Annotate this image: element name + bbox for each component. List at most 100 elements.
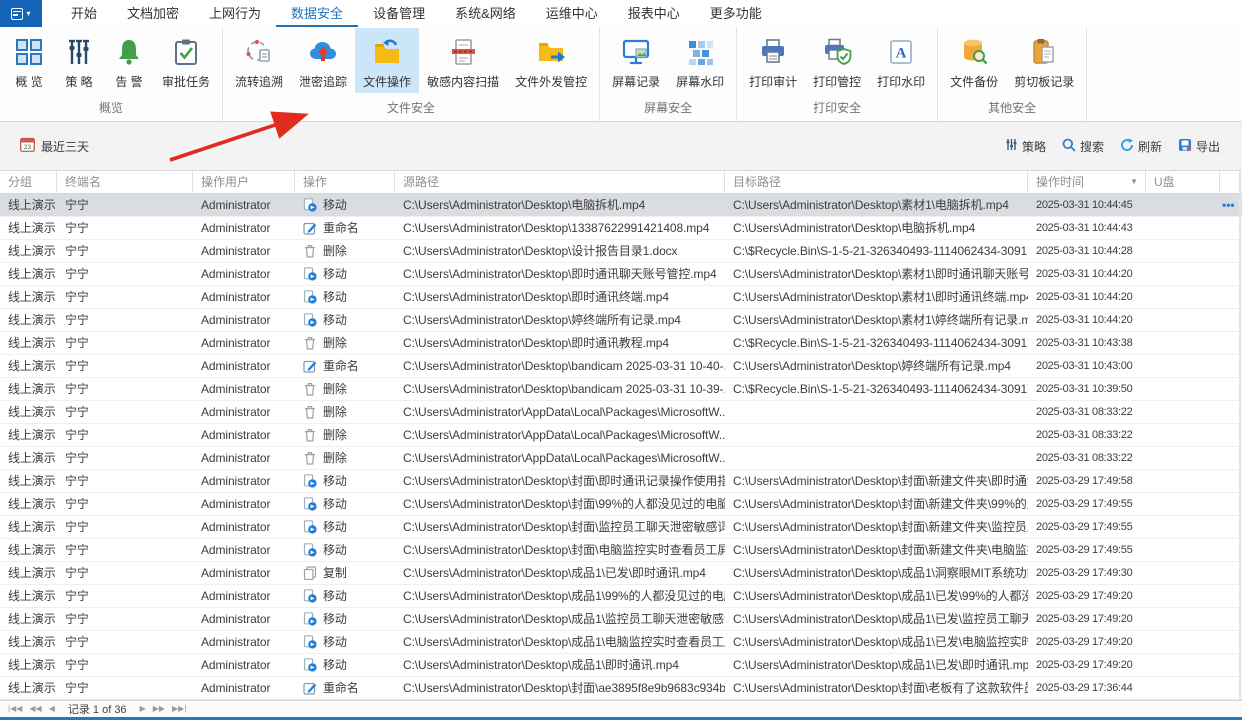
table-row[interactable]: 线上演示宁宁Administrator移动C:\Users\Administra…: [0, 654, 1242, 677]
svg-text:A: A: [896, 46, 907, 62]
ribbon-button-file-outgoing-control[interactable]: 文件外发管控: [507, 28, 595, 93]
cell-time: 2025-03-31 10:43:38: [1028, 332, 1146, 354]
copy-icon: [303, 566, 317, 580]
tab-system-network[interactable]: 系统&网络: [440, 0, 531, 27]
table-row[interactable]: 线上演示宁宁Administrator删除C:\Users\Administra…: [0, 332, 1242, 355]
cell-usb: [1146, 309, 1220, 331]
tab-report-center[interactable]: 报表中心: [613, 0, 695, 27]
cell-group: 线上演示: [0, 217, 57, 239]
cell-group: 线上演示: [0, 470, 57, 492]
table-row[interactable]: 线上演示宁宁Administrator删除C:\Users\Administra…: [0, 240, 1242, 263]
tab-more-features[interactable]: 更多功能: [695, 0, 777, 27]
refresh-button[interactable]: 刷新: [1120, 138, 1162, 155]
row-actions-menu[interactable]: •••: [1222, 198, 1235, 212]
operation-label: 移动: [323, 585, 347, 607]
nav-prev-button[interactable]: ◀: [49, 705, 55, 713]
cell-terminal: 宁宁: [57, 240, 193, 262]
ribbon-button-approval-tasks[interactable]: 审批任务: [154, 28, 218, 93]
cell-time: 2025-03-29 17:49:55: [1028, 516, 1146, 538]
date-range-filter-button[interactable]: 23 最近三天: [20, 137, 89, 155]
tab-ops-center[interactable]: 运维中心: [531, 0, 613, 27]
cell-user: Administrator: [193, 447, 295, 469]
move-icon: [303, 474, 317, 488]
table-row[interactable]: 线上演示宁宁Administrator删除C:\Users\Administra…: [0, 401, 1242, 424]
cell-target-path: C:\Users\Administrator\Desktop\婷终端所有记录.m…: [725, 355, 1028, 377]
table-row[interactable]: 线上演示宁宁Administrator移动C:\Users\Administra…: [0, 263, 1242, 286]
delete-icon: [303, 336, 317, 350]
table-row[interactable]: 线上演示宁宁Administrator删除C:\Users\Administra…: [0, 378, 1242, 401]
search-button[interactable]: 搜索: [1062, 138, 1104, 155]
cell-usb: [1146, 424, 1220, 446]
column-header-terminal[interactable]: 终端名: [57, 171, 193, 193]
cell-group: 线上演示: [0, 263, 57, 285]
table-row[interactable]: 线上演示宁宁Administrator重命名C:\Users\Administr…: [0, 355, 1242, 378]
cell-terminal: 宁宁: [57, 194, 193, 216]
nav-prev-page-button[interactable]: ◀◀: [29, 705, 41, 713]
column-header-operation[interactable]: 操作: [295, 171, 395, 193]
table-row[interactable]: 线上演示宁宁Administrator移动C:\Users\Administra…: [0, 608, 1242, 631]
ribbon-button-alert[interactable]: 告 警: [104, 28, 154, 93]
cell-target-path: C:\Users\Administrator\Desktop\封面\新建文件夹\…: [725, 539, 1028, 561]
table-row[interactable]: 线上演示宁宁Administrator移动C:\Users\Administra…: [0, 194, 1242, 217]
table-row[interactable]: 线上演示宁宁Administrator复制C:\Users\Administra…: [0, 562, 1242, 585]
cell-time: 2025-03-31 10:44:20: [1028, 263, 1146, 285]
column-header-group[interactable]: 分组: [0, 171, 57, 193]
delete-icon: [303, 244, 317, 258]
table-row[interactable]: 线上演示宁宁Administrator重命名C:\Users\Administr…: [0, 217, 1242, 240]
ribbon-button-clipboard-record[interactable]: 剪切板记录: [1006, 28, 1082, 93]
table-row[interactable]: 线上演示宁宁Administrator重命名C:\Users\Administr…: [0, 677, 1242, 700]
table-row[interactable]: 线上演示宁宁Administrator移动C:\Users\Administra…: [0, 585, 1242, 608]
ribbon-button-screen-record[interactable]: 屏幕记录: [604, 28, 668, 93]
ribbon-button-sensitive-scan[interactable]: 敏感内容扫描: [419, 28, 507, 93]
sort-dropdown-icon[interactable]: ▼: [1130, 171, 1138, 193]
cell-usb: [1146, 447, 1220, 469]
cell-target-path: C:\Users\Administrator\Desktop\素材1\即时通讯聊…: [725, 263, 1028, 285]
column-header-user[interactable]: 操作用户: [193, 171, 295, 193]
table-row[interactable]: 线上演示宁宁Administrator移动C:\Users\Administra…: [0, 631, 1242, 654]
ribbon-button-screen-watermark[interactable]: 屏幕水印: [668, 28, 732, 93]
ribbon-group-overview: 概 览 策 略 告 警: [0, 27, 223, 121]
policy-button[interactable]: 策略: [1005, 138, 1046, 155]
ribbon-button-file-backup[interactable]: 文件备份: [942, 28, 1006, 93]
table-row[interactable]: 线上演示宁宁Administrator移动C:\Users\Administra…: [0, 309, 1242, 332]
column-header-usb[interactable]: U盘: [1146, 171, 1220, 193]
nav-last-button[interactable]: ▶▶|: [172, 705, 186, 713]
ribbon-button-print-control[interactable]: 打印管控: [805, 28, 869, 93]
column-header-source-path[interactable]: 源路径: [395, 171, 725, 193]
table-row[interactable]: 线上演示宁宁Administrator删除C:\Users\Administra…: [0, 447, 1242, 470]
ribbon-button-flow-trace[interactable]: 流转追溯: [227, 28, 291, 93]
column-header-target-path[interactable]: 目标路径: [725, 171, 1028, 193]
ribbon-button-print-audit[interactable]: 打印审计: [741, 28, 805, 93]
cell-source-path: C:\Users\Administrator\Desktop\成品1\即时通讯.…: [395, 654, 725, 676]
app-menu-button[interactable]: ▾: [0, 0, 42, 27]
table-row[interactable]: 线上演示宁宁Administrator移动C:\Users\Administra…: [0, 493, 1242, 516]
table-row[interactable]: 线上演示宁宁Administrator移动C:\Users\Administra…: [0, 539, 1242, 562]
nav-first-button[interactable]: |◀◀: [8, 705, 22, 713]
tab-start[interactable]: 开始: [56, 0, 112, 27]
cell-user: Administrator: [193, 631, 295, 653]
export-button[interactable]: 导出: [1178, 138, 1220, 155]
ribbon-button-print-watermark[interactable]: A 打印水印: [869, 28, 933, 93]
ribbon-button-overview[interactable]: 概 览: [4, 28, 54, 93]
table-row[interactable]: 线上演示宁宁Administrator移动C:\Users\Administra…: [0, 470, 1242, 493]
table-row[interactable]: 线上演示宁宁Administrator移动C:\Users\Administra…: [0, 516, 1242, 539]
ribbon-button-policy[interactable]: 策 略: [54, 28, 104, 93]
operation-label: 删除: [323, 401, 347, 423]
tab-device-mgmt[interactable]: 设备管理: [358, 0, 440, 27]
tab-web-behavior[interactable]: 上网行为: [194, 0, 276, 27]
ribbon-button-leak-trace[interactable]: 泄密追踪: [291, 28, 355, 93]
cell-time: 2025-03-31 08:33:22: [1028, 424, 1146, 446]
nav-next-button[interactable]: ▶: [140, 705, 146, 713]
nav-next-page-button[interactable]: ▶▶: [153, 705, 165, 713]
search-icon: [1062, 138, 1076, 155]
ribbon-button-file-operations[interactable]: 文件操作: [355, 28, 419, 93]
cell-target-path: C:\Users\Administrator\Desktop\成品1\已发\即时…: [725, 654, 1028, 676]
column-header-time[interactable]: 操作时间▼: [1028, 171, 1146, 193]
operation-label: 移动: [323, 309, 347, 331]
tab-data-security[interactable]: 数据安全: [276, 0, 358, 27]
table-row[interactable]: 线上演示宁宁Administrator删除C:\Users\Administra…: [0, 424, 1242, 447]
operation-label: 复制: [323, 562, 347, 584]
table-row[interactable]: 线上演示宁宁Administrator移动C:\Users\Administra…: [0, 286, 1242, 309]
tab-doc-encrypt[interactable]: 文档加密: [112, 0, 194, 27]
print-control-shield-icon: [820, 35, 854, 69]
